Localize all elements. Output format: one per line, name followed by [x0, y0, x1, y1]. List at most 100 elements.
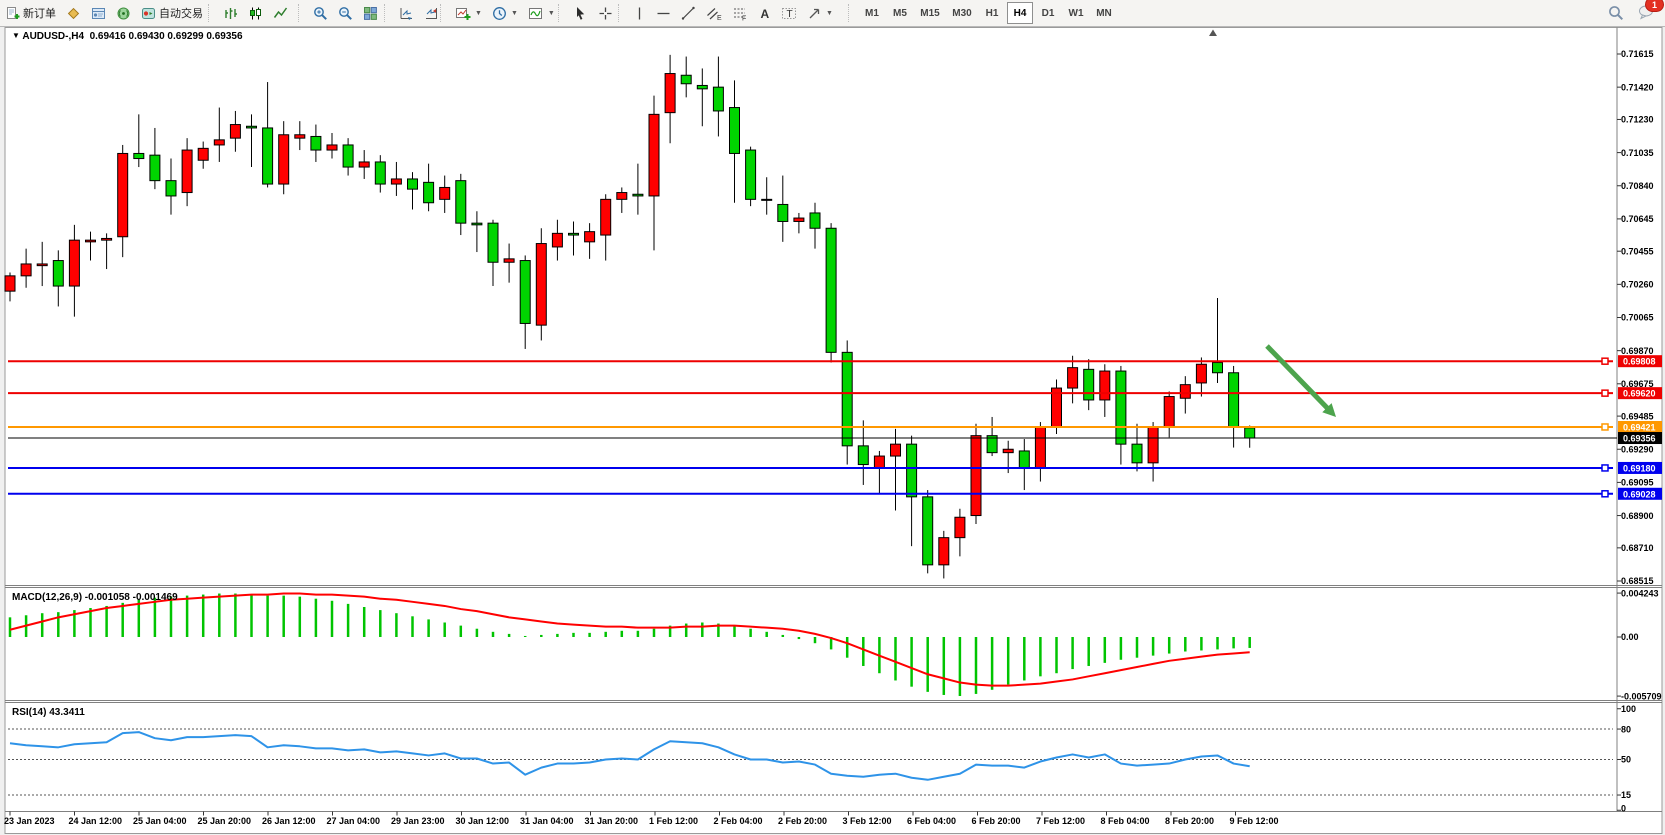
equidistant-channel-button[interactable]: E [702, 2, 726, 24]
bar-chart-button[interactable] [219, 2, 242, 24]
candle [746, 147, 756, 207]
tile-windows-button[interactable] [359, 2, 382, 24]
market-watch-button[interactable] [62, 2, 85, 24]
candle-body [569, 233, 579, 235]
candle-body [536, 244, 546, 326]
line-handle[interactable] [1602, 491, 1608, 497]
candle-body [69, 240, 79, 286]
candle-body [697, 85, 707, 88]
line-chart-button[interactable] [269, 2, 292, 24]
timeframe-m30[interactable]: M30 [947, 2, 977, 24]
candle-body [279, 135, 289, 184]
candle-body [552, 233, 562, 247]
line-handle[interactable] [1602, 390, 1608, 396]
macd-tick-label: 0.004243 [1621, 588, 1659, 598]
timeframe-h4[interactable]: H4 [1007, 2, 1033, 24]
text-icon: A [758, 6, 771, 21]
new-chart-button[interactable]: ▼ [451, 2, 486, 24]
candle-body [585, 232, 595, 242]
time-axis[interactable] [5, 812, 1662, 834]
signals-icon [116, 6, 131, 21]
horizontal-line-button[interactable] [652, 2, 675, 24]
candle-body [520, 261, 530, 324]
trendline-button[interactable] [677, 2, 700, 24]
search-button[interactable] [1604, 2, 1628, 24]
candle-body [1164, 397, 1174, 428]
candle-body [939, 538, 949, 565]
zoom-out-button[interactable] [334, 2, 357, 24]
timeframe-d1[interactable]: D1 [1035, 2, 1061, 24]
line-price-axis-label: 0.69180 [1618, 462, 1662, 474]
notification-badge[interactable]: 1 [1645, 0, 1664, 12]
line-handle[interactable] [1602, 358, 1608, 364]
candle-body [375, 162, 385, 184]
candle-body [472, 223, 482, 225]
arrows-icon [807, 6, 822, 21]
candle-body [681, 75, 691, 84]
text-label-button[interactable]: T [777, 2, 801, 24]
crosshair-button[interactable] [594, 2, 617, 24]
time-tick-label: 6 Feb 20:00 [972, 816, 1021, 826]
navigator-button[interactable] [87, 2, 110, 24]
signals-button[interactable] [112, 2, 135, 24]
candle-body [810, 213, 820, 228]
timeframe-mn[interactable]: MN [1091, 2, 1117, 24]
line-chart-icon [273, 6, 288, 21]
price-tick-label: 0.69095 [1621, 478, 1654, 488]
price-tick-label: 0.69485 [1621, 411, 1654, 421]
candle [826, 223, 836, 362]
chart-title-ohlc: 0.69416 0.69430 0.69299 0.69356 [90, 31, 243, 42]
template-icon [528, 6, 544, 21]
cursor-button[interactable] [569, 2, 592, 24]
vertical-line-button[interactable] [629, 2, 650, 24]
candle-body [1229, 373, 1239, 427]
line-handle[interactable] [1602, 465, 1608, 471]
search-icon [1608, 5, 1624, 21]
template-button[interactable]: ▼ [524, 2, 559, 24]
time-tick-label: 2 Feb 04:00 [714, 816, 763, 826]
toolbar-separator [848, 4, 855, 22]
candle-body [649, 114, 659, 196]
clock-icon [492, 6, 507, 21]
candle-body [1003, 449, 1013, 452]
timeframe-m5[interactable]: M5 [887, 2, 913, 24]
toolbar-separator [384, 4, 391, 22]
price-tick-label: 0.70065 [1621, 313, 1654, 323]
candle-body [343, 145, 353, 167]
candle-body [633, 194, 643, 196]
navigator-icon [91, 6, 106, 21]
price-label-text: 0.69808 [1623, 357, 1656, 367]
symbol-dropdown-marker[interactable]: ▼ [12, 31, 20, 40]
auto-scroll-button[interactable] [395, 2, 418, 24]
macd-tick-label: -0.005709 [1621, 691, 1662, 701]
line-handle[interactable] [1602, 424, 1608, 430]
rsi-level-label: 0 [1621, 804, 1626, 814]
arrows-button[interactable]: ▼ [803, 2, 837, 24]
market-watch-icon [66, 6, 81, 21]
timeframe-m15[interactable]: M15 [915, 2, 945, 24]
zoom-in-button[interactable] [309, 2, 332, 24]
time-tick-label: 31 Jan 20:00 [585, 816, 639, 826]
main-toolbar: 新订单 自动交易 [0, 0, 1665, 27]
candle-body [408, 179, 418, 189]
timeframe-w1[interactable]: W1 [1063, 2, 1089, 24]
chart-shift-icon [424, 6, 439, 21]
candle-body [295, 135, 305, 138]
toolbar-separator [208, 4, 215, 22]
new-order-button[interactable]: 新订单 [2, 2, 60, 24]
period-button[interactable]: ▼ [488, 2, 522, 24]
candle-body [746, 150, 756, 199]
vertical-line-icon [633, 6, 646, 21]
fibonacci-button[interactable]: F [728, 2, 752, 24]
candlestick-chart-button[interactable] [244, 2, 267, 24]
autotrading-button[interactable]: 自动交易 [137, 2, 207, 24]
rsi-level-label: 50 [1621, 755, 1631, 765]
time-tick-label: 24 Jan 12:00 [69, 816, 123, 826]
time-tick-label: 23 Jan 2023 [4, 816, 55, 826]
price-label-text: 0.69421 [1623, 422, 1656, 432]
timeframe-h1[interactable]: H1 [979, 2, 1005, 24]
toolbar-right-group: 1 [1604, 1, 1659, 25]
equidistant-channel-icon: E [706, 6, 722, 21]
text-button[interactable]: A [754, 2, 775, 24]
timeframe-m1[interactable]: M1 [859, 2, 885, 24]
